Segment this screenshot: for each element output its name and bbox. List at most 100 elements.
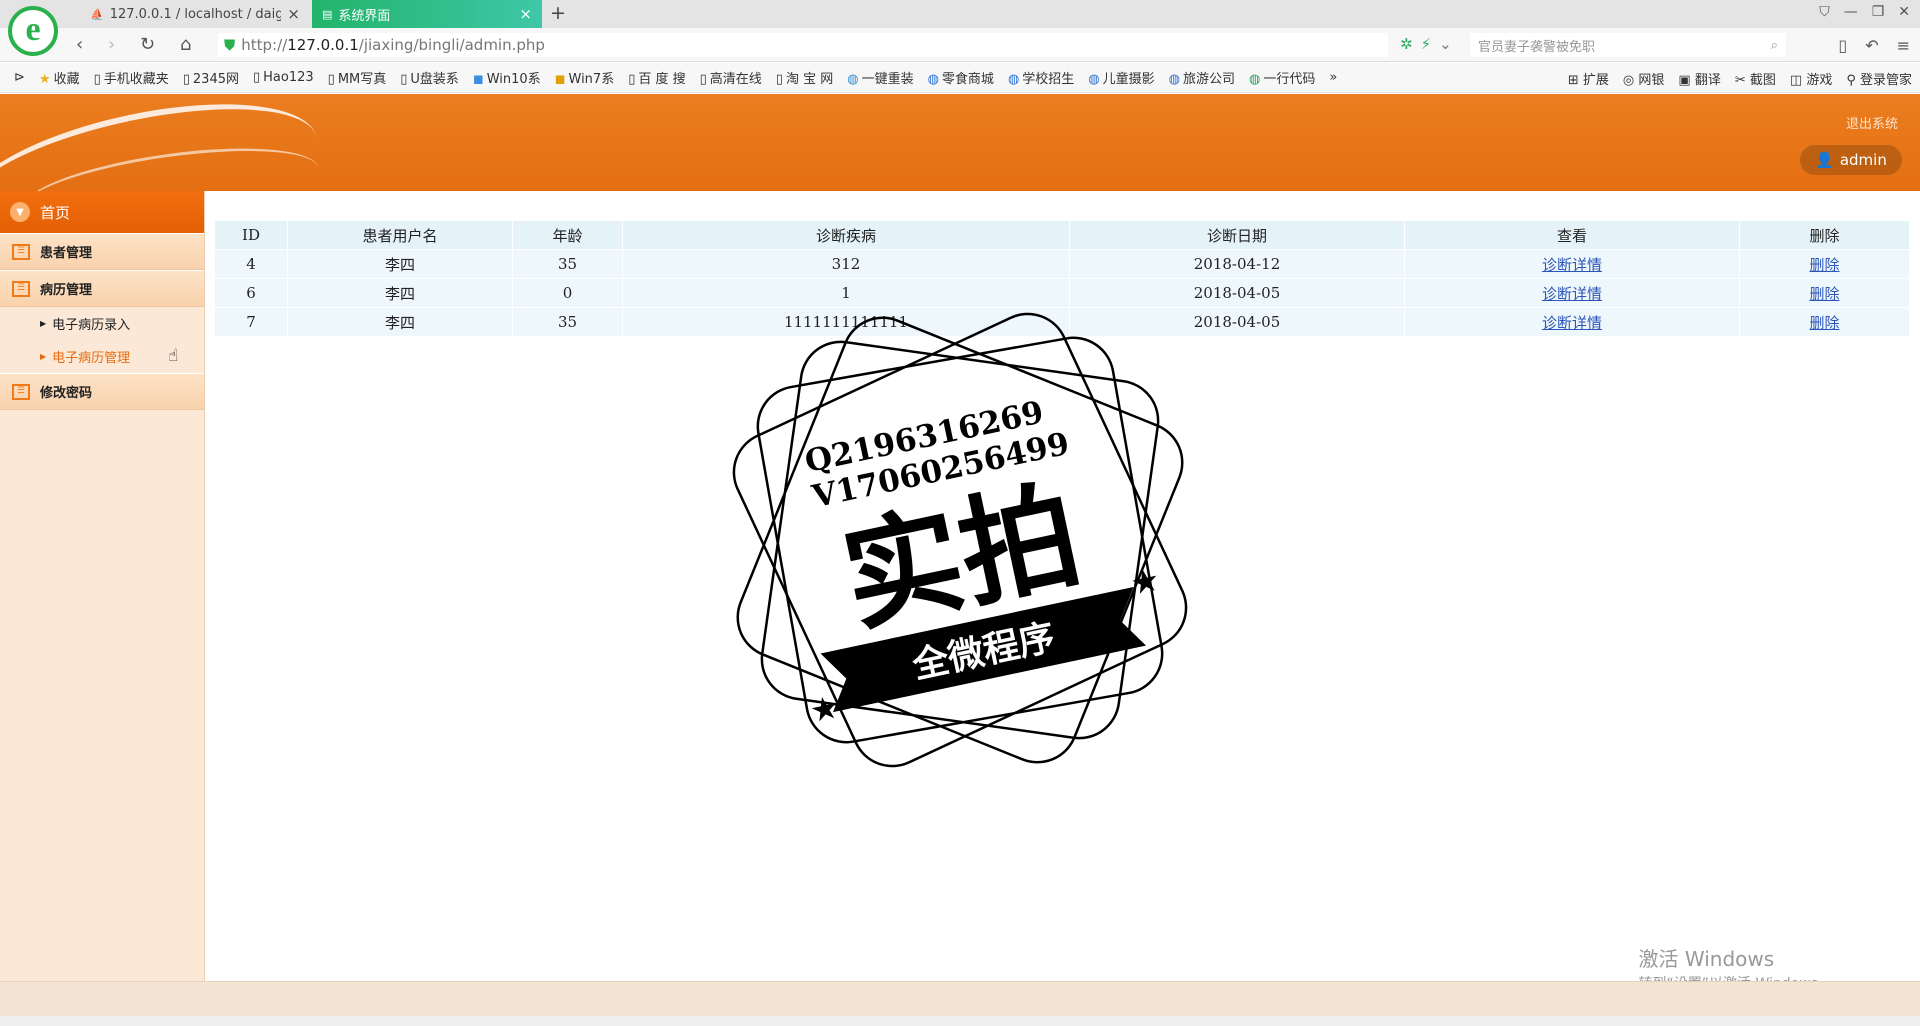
close-tab-icon[interactable]: × [287, 5, 300, 23]
list-icon: ☰ [12, 243, 30, 260]
cell-name: 李四 [287, 249, 513, 279]
tab-title: 系统界面 [338, 8, 391, 24]
sidebar-item-record-entry[interactable]: ▶ 电子病历录入 [0, 307, 204, 340]
maximize-icon[interactable]: ❐ [1872, 4, 1885, 20]
bookmark-item[interactable]: ★ 收藏 [39, 68, 80, 87]
sidebar-section-records[interactable]: ☰ 病历管理 [0, 270, 204, 307]
cell-disease: 312 [622, 249, 1070, 279]
bookmark-item[interactable]: ▯ 手机收藏夹 [94, 68, 169, 87]
bookmark-item[interactable]: ◍ 零食商城 [928, 68, 994, 87]
undo-icon[interactable]: ↶ [1865, 36, 1878, 55]
column-header: 患者用户名 [287, 220, 513, 250]
sidebar-section-password[interactable]: ☰ 修改密码 [0, 373, 204, 410]
bookmark-item[interactable]: ▯ 2345网 [183, 68, 239, 87]
browser-logo-icon[interactable]: e [8, 6, 58, 56]
cell-id: 6 [214, 278, 288, 308]
cell-id: 7 [214, 307, 288, 337]
window-controls: ⛉ — ❐ ✕ [1819, 4, 1910, 20]
translate-button[interactable]: ▣ 翻译 [1678, 69, 1720, 88]
games-button[interactable]: ◫ 游戏 [1790, 69, 1832, 88]
page-footer [0, 981, 1920, 1016]
dropdown-icon[interactable]: ⌄ [1439, 35, 1452, 53]
bookmark-item[interactable]: ◍ 一键重装 [847, 68, 913, 87]
bookmarks-bar: ⊳ ★ 收藏 ▯ 手机收藏夹 ▯ 2345网 ▯ Hao123 ▯ MM写真 ▯ U盘装系 … [0, 63, 1920, 93]
compat-mode-icon[interactable]: ✲ [1400, 35, 1413, 53]
bookmark-item[interactable]: ◼ Win10系 [473, 68, 541, 87]
new-tab-icon[interactable]: + [550, 2, 566, 24]
view-details-link[interactable]: 诊断详情 [1542, 314, 1602, 332]
sidebar-item-label: 电子病历管理 [52, 351, 131, 366]
cell-id: 4 [214, 249, 288, 279]
refresh-icon[interactable]: ↻ [140, 34, 155, 55]
cell-view: 诊断详情 [1404, 249, 1740, 279]
delete-link[interactable]: 删除 [1809, 256, 1839, 274]
caret-right-icon: ▶ [40, 319, 47, 328]
delete-link[interactable]: 删除 [1809, 314, 1839, 332]
sidebar-item-label: 首页 [40, 203, 71, 222]
screenshot-button[interactable]: ✂ 截图 [1735, 69, 1776, 88]
site-header: 退出系统 👤 admin [0, 94, 1920, 191]
back-icon[interactable]: ‹ [76, 34, 83, 55]
browser-tab-active[interactable]: ▤ 系统界面 × [312, 0, 542, 28]
column-header: 诊断疾病 [622, 220, 1070, 250]
sidebar-item-label: 病历管理 [40, 283, 93, 298]
close-window-icon[interactable]: ✕ [1898, 4, 1910, 20]
view-details-link[interactable]: 诊断详情 [1542, 256, 1602, 274]
table-header-row: ID 患者用户名 年龄 诊断疾病 诊断日期 查看 删除 [214, 220, 1910, 250]
search-input[interactable]: 官员妻子袭警被免职 ⌕ [1470, 33, 1786, 57]
watermark-title: 激活 Windows [1638, 947, 1775, 971]
sidebar-item-label: 电子病历录入 [52, 318, 131, 333]
column-header: 年龄 [512, 220, 623, 250]
cell-name: 李四 [287, 307, 513, 337]
url-host: 127.0.0.1 [287, 36, 359, 54]
extensions-button[interactable]: ⊞ 扩展 [1568, 69, 1609, 88]
sidebar: ▼ 首页 ☰ 患者管理 ☰ 病历管理 ▶ 电子病历录入 ▶ 电子病历管理 ☰ 修… [0, 191, 205, 981]
bookmark-item[interactable]: ◼ Win7系 [555, 68, 615, 87]
view-details-link[interactable]: 诊断详情 [1542, 285, 1602, 303]
browser-tab-phpmyadmin[interactable]: ⛵ 127.0.0.1 / localhost / daigou × [80, 0, 310, 28]
bookmark-item[interactable]: ▯ U盘装系 [400, 68, 459, 87]
list-icon: ☰ [12, 383, 30, 400]
bookmark-item[interactable]: ▯ Hao123 [253, 70, 314, 85]
cell-view: 诊断详情 [1404, 278, 1740, 308]
cell-name: 李四 [287, 278, 513, 308]
user-icon: 👤 [1815, 151, 1834, 169]
sidebar-toggle-icon[interactable]: ⊳ [14, 70, 25, 85]
logout-link[interactable]: 退出系统 [1846, 113, 1898, 132]
more-bookmarks-icon[interactable]: » [1329, 70, 1337, 85]
address-toolbar: ‹ › ↻ ⌂ ⛊ http://127.0.0.1/jiaxing/bingl… [0, 28, 1920, 62]
user-badge: 👤 admin [1800, 145, 1902, 175]
bookmark-item[interactable]: ▯ 高清在线 [700, 68, 762, 87]
pma-icon: ⛵ [90, 7, 104, 21]
search-icon[interactable]: ⌕ [1771, 38, 1778, 53]
document-icon: ▤ [322, 7, 333, 21]
delete-link[interactable]: 删除 [1809, 285, 1839, 303]
menu-icon[interactable]: ≡ [1897, 36, 1910, 55]
bookmark-item[interactable]: ◍ 旅游公司 [1169, 68, 1235, 87]
url-prefix: http:// [241, 36, 288, 54]
bookmark-item[interactable]: ▯ 百 度 搜 [628, 68, 685, 87]
bookmark-item[interactable]: ◍ 儿童摄影 [1088, 68, 1154, 87]
sidebar-item-home[interactable]: ▼ 首页 [0, 191, 204, 233]
ebank-button[interactable]: ◎ 网银 [1623, 69, 1665, 88]
hand-cursor-icon: ☝ [168, 346, 179, 366]
bookmark-item[interactable]: ◍ 一行代码 [1249, 68, 1315, 87]
home-icon[interactable]: ⌂ [180, 34, 191, 55]
speed-mode-icon[interactable]: ⚡ [1421, 35, 1432, 53]
bookmark-icon[interactable]: ▯ [1838, 36, 1847, 55]
bookmark-item[interactable]: ▯ MM写真 [328, 68, 387, 87]
minimize-icon[interactable]: — [1844, 4, 1858, 20]
forward-icon[interactable]: › [108, 34, 115, 55]
close-tab-icon[interactable]: × [519, 5, 532, 23]
skin-icon[interactable]: ⛉ [1819, 4, 1830, 20]
sidebar-section-patients[interactable]: ☰ 患者管理 [0, 233, 204, 270]
url-field[interactable]: ⛊ http://127.0.0.1/jiaxing/bingli/admin.… [218, 33, 1388, 57]
column-header: ID [214, 220, 288, 250]
login-manager-button[interactable]: ⚲ 登录管家 [1846, 69, 1912, 88]
bookmark-item[interactable]: ▯ 淘 宝 网 [776, 68, 833, 87]
bookmark-item[interactable]: ◍ 学校招生 [1008, 68, 1074, 87]
column-header: 诊断日期 [1069, 220, 1405, 250]
caret-right-icon: ▶ [40, 352, 47, 361]
table-row: 4 李四 35 312 2018-04-12 诊断详情 删除 [214, 249, 1910, 279]
cell-delete: 删除 [1739, 278, 1910, 308]
